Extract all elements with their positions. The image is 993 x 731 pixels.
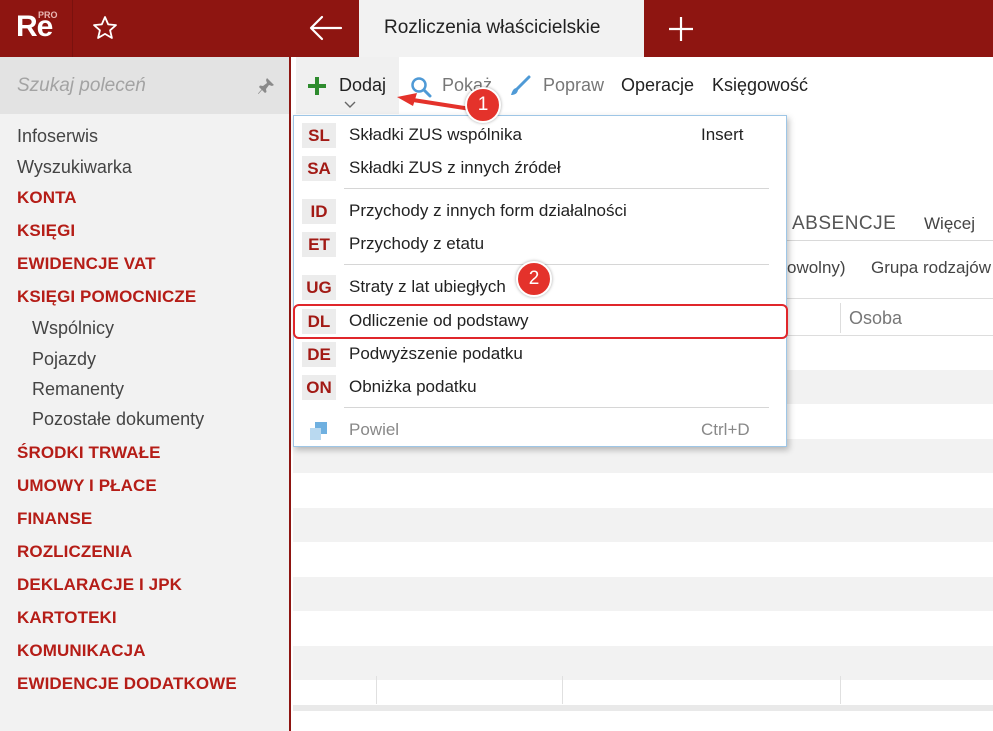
sidebar: Infoserwis Wyszukiwarka KONTA KSIĘGI EWIDENC… bbox=[0, 57, 291, 731]
grid-footer bbox=[293, 705, 993, 711]
menu-item-code: DE bbox=[302, 342, 336, 367]
sidebar-item-remanenty[interactable]: Remanenty bbox=[32, 379, 124, 400]
menu-item-code: ON bbox=[302, 375, 336, 400]
arrow-left-icon bbox=[309, 15, 343, 41]
menu-item-code: SA bbox=[302, 156, 336, 181]
tab-absence[interactable]: ABSENCJE bbox=[792, 213, 896, 235]
menu-divider bbox=[344, 264, 769, 265]
menu-item-label: Obniżka podatku bbox=[349, 377, 477, 396]
accounting-menu[interactable]: Księgowość bbox=[712, 75, 808, 96]
sidebar-item-komunikacja[interactable]: KOMUNIKACJA bbox=[17, 641, 146, 661]
command-search bbox=[0, 57, 289, 114]
copy-icon bbox=[310, 422, 327, 440]
filter-row: owolny) Grupa rodzajów bbox=[787, 258, 991, 278]
logo-superscript: PRO bbox=[38, 10, 58, 20]
menu-item-code: UG bbox=[302, 275, 336, 300]
sidebar-item-księgi-pomocnicze[interactable]: KSIĘGI POMOCNICZE bbox=[17, 287, 196, 307]
menu-item-label: Podwyższenie podatku bbox=[349, 344, 523, 363]
divider bbox=[787, 240, 993, 241]
table-row[interactable] bbox=[293, 646, 993, 680]
sidebar-item-księgi[interactable]: KSIĘGI bbox=[17, 221, 75, 241]
menu-item-sa[interactable]: SA Składki ZUS z innych źródeł bbox=[294, 152, 786, 185]
menu-item-label: Przychody z innych form działalności bbox=[349, 201, 627, 220]
step-1-badge: 1 bbox=[465, 87, 501, 123]
divider bbox=[72, 0, 73, 57]
menu-item-shortcut: Ctrl+D bbox=[701, 420, 750, 439]
menu-item-label: Składki ZUS wspólnika bbox=[349, 125, 522, 144]
sidebar-item-deklaracje-i-jpk[interactable]: DEKLARACJE I JPK bbox=[17, 575, 182, 595]
sidebar-item-ewidencje-dodatkowe[interactable]: EWIDENCJE DODATKOWE bbox=[17, 674, 237, 694]
plus-icon bbox=[669, 17, 693, 41]
menu-item-de[interactable]: DE Podwyższenie podatku bbox=[294, 338, 786, 371]
column-divider bbox=[840, 676, 841, 704]
plus-icon bbox=[308, 77, 326, 95]
sidebar-item-pozostałe-dokumenty[interactable]: Pozostałe dokumenty bbox=[32, 409, 204, 430]
new-tab-button[interactable] bbox=[644, 0, 716, 57]
column-divider bbox=[840, 303, 841, 333]
sidebar-item-rozliczenia[interactable]: ROZLICZENIA bbox=[17, 542, 132, 562]
column-divider bbox=[562, 676, 563, 704]
menu-divider bbox=[344, 407, 769, 408]
menu-item-sl[interactable]: SL Składki ZUS wspólnika Insert bbox=[294, 119, 786, 152]
filter-group[interactable]: Grupa rodzajów bbox=[871, 258, 991, 278]
column-divider bbox=[376, 676, 377, 704]
star-icon[interactable] bbox=[91, 14, 119, 42]
tab-title: Rozliczenia właścicielskie bbox=[384, 17, 601, 38]
filter-partial[interactable]: owolny) bbox=[787, 258, 846, 277]
highlight-box bbox=[293, 304, 788, 339]
pin-icon[interactable] bbox=[257, 77, 275, 95]
table-row[interactable] bbox=[293, 577, 993, 611]
step-2-badge: 2 bbox=[516, 261, 552, 297]
menu-item-repeat[interactable]: Powiel Ctrl+D bbox=[294, 414, 786, 447]
search-input[interactable] bbox=[17, 73, 247, 99]
sidebar-item-umowy-i-płace[interactable]: UMOWY I PŁACE bbox=[17, 476, 157, 496]
table-row[interactable] bbox=[293, 508, 993, 542]
menu-item-label: Straty z lat ubiegłych bbox=[349, 277, 506, 296]
tab-active[interactable]: Rozliczenia właścicielskie bbox=[359, 0, 644, 57]
tab-more[interactable]: Więcej bbox=[924, 214, 975, 234]
sidebar-item-finanse[interactable]: FINANSE bbox=[17, 509, 92, 529]
menu-item-label: Przychody z etatu bbox=[349, 234, 485, 253]
sidebar-item-pojazdy[interactable]: Pojazdy bbox=[32, 349, 96, 370]
add-button[interactable]: Dodaj bbox=[296, 57, 399, 114]
sidebar-item-infoserwis[interactable]: Infoserwis bbox=[17, 126, 98, 147]
tab-strip: ABSENCJE Więcej bbox=[787, 205, 993, 241]
brush-icon bbox=[511, 75, 531, 95]
chevron-down-icon bbox=[344, 101, 356, 108]
menu-item-code: SL bbox=[302, 123, 336, 148]
menu-item-label: Składki ZUS z innych źródeł bbox=[349, 158, 561, 177]
menu-item-on[interactable]: ON Obniżka podatku bbox=[294, 371, 786, 404]
menu-item-id[interactable]: ID Przychody z innych form działalności bbox=[294, 195, 786, 228]
menu-item-et[interactable]: ET Przychody z etatu bbox=[294, 228, 786, 261]
add-button-label: Dodaj bbox=[339, 75, 387, 95]
operations-menu[interactable]: Operacje bbox=[621, 75, 694, 96]
sidebar-item-kartoteki[interactable]: KARTOTEKI bbox=[17, 608, 117, 628]
back-button[interactable] bbox=[292, 0, 359, 57]
sidebar-item-wyszukiwarka[interactable]: Wyszukiwarka bbox=[17, 157, 132, 178]
sidebar-item-środki-trwałe[interactable]: ŚRODKI TRWAŁE bbox=[17, 443, 161, 463]
menu-divider bbox=[344, 188, 769, 189]
app-logo[interactable]: Re PRO bbox=[16, 8, 62, 48]
sidebar-item-konta[interactable]: KONTA bbox=[17, 188, 77, 208]
menu-item-code: ID bbox=[302, 199, 336, 224]
column-header-person[interactable]: Osoba bbox=[849, 308, 902, 329]
edit-button-label: Popraw bbox=[543, 75, 605, 95]
sidebar-item-ewidencje-vat[interactable]: EWIDENCJE VAT bbox=[17, 254, 156, 274]
top-bar: Re PRO Rozliczenia właścicielskie bbox=[0, 0, 993, 57]
menu-item-label: Powiel bbox=[349, 420, 400, 439]
sidebar-item-wspólnicy[interactable]: Wspólnicy bbox=[32, 318, 114, 339]
menu-item-code: ET bbox=[302, 232, 336, 257]
menu-item-shortcut: Insert bbox=[701, 125, 744, 144]
